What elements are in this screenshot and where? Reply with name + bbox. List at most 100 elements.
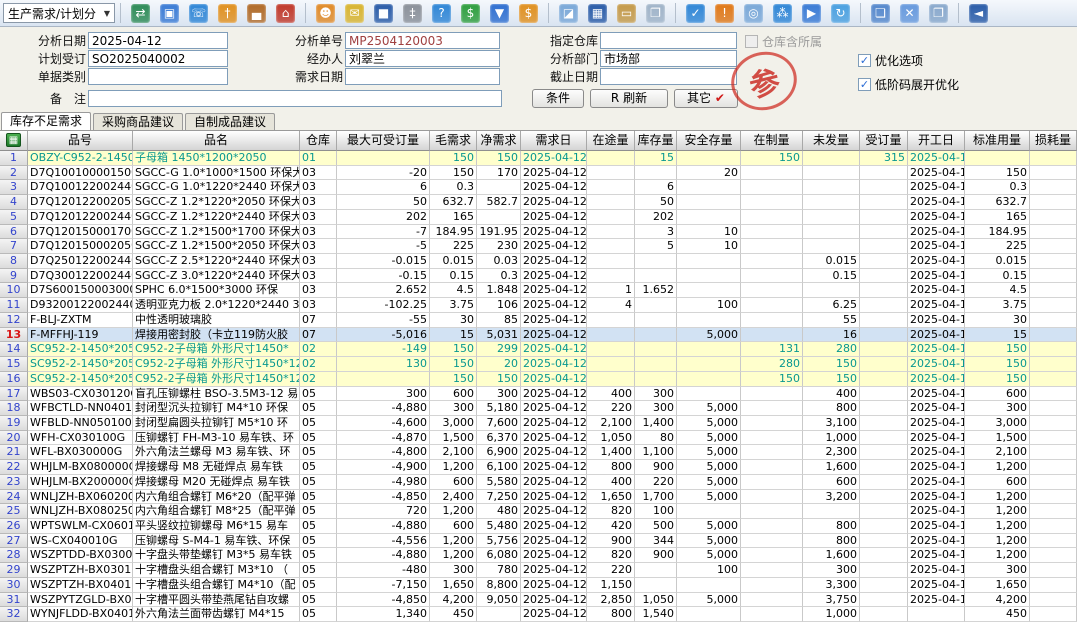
table-row[interactable]: 30WSZPTZH-BX040100G十字槽盘头组合螺钉 M4*10（配05-7… <box>0 578 1077 593</box>
table-row[interactable]: 3D7Q1001220024400GSGCC-G 1.0*1220*2440 环… <box>0 180 1077 195</box>
help-icon[interactable]: ? <box>432 4 451 23</box>
tab-1[interactable]: 采购商品建议 <box>93 113 183 130</box>
column-header[interactable]: 需求日 <box>521 131 587 151</box>
column-header[interactable]: 在途量 <box>587 131 635 151</box>
cart-icon[interactable]: ▼ <box>490 4 509 23</box>
tab-0[interactable]: 库存不足需求 <box>1 112 91 130</box>
window-close-icon[interactable]: ✕ <box>900 4 919 23</box>
column-header[interactable]: 标准用量 <box>965 131 1030 151</box>
pin-icon[interactable]: ‡ <box>403 4 422 23</box>
remark-field[interactable] <box>88 90 502 107</box>
doc-type-field[interactable] <box>88 68 228 85</box>
table-row[interactable]: 7D7Q1201500020500GSGCC-Z 1.2*1500*2050 环… <box>0 239 1077 254</box>
table-row[interactable]: 25WNLJZH-BX080250G内六角组合螺钉 M8*25（配平弹05720… <box>0 504 1077 519</box>
table-row[interactable]: 15SC952-2-1450*2050-1C952-2子母箱 外形尺寸1450*… <box>0 357 1077 372</box>
alert-icon[interactable]: ! <box>715 4 734 23</box>
export-excel-icon[interactable]: ▦ <box>6 133 21 147</box>
sync-icon[interactable]: ↻ <box>831 4 850 23</box>
table-row[interactable]: 13F-MFFHJ-119焊接用密封胶（卡立119防火胶07-5,016155,… <box>0 328 1077 343</box>
report-icon[interactable]: ◪ <box>559 4 578 23</box>
copy-icon[interactable]: ❐ <box>646 4 665 23</box>
handler-field[interactable] <box>345 50 500 67</box>
table-row[interactable]: 5D7Q1201220024400GSGCC-Z 1.2*1220*2440 环… <box>0 210 1077 225</box>
table-row[interactable]: 9D7Q3001220024400GSGCC-Z 3.0*1220*2440 环… <box>0 269 1077 284</box>
condition-button[interactable]: 条件 <box>532 89 584 108</box>
tab-2[interactable]: 自制成品建议 <box>185 113 275 130</box>
payroll-icon[interactable]: $ <box>519 4 538 23</box>
table-row[interactable]: 28WSZPTDD-BX030050G十字盘头带垫螺钉 M3*5 易车铁05-4… <box>0 548 1077 563</box>
warehouse-field[interactable] <box>600 32 737 49</box>
optimize-checkbox[interactable]: ✓ 优化选项 <box>858 52 923 68</box>
refresh-button[interactable]: R 刷新 <box>590 89 668 108</box>
column-header[interactable]: 未发量 <box>803 131 860 151</box>
window-cascade-icon[interactable]: ❐ <box>929 4 948 23</box>
column-header[interactable]: 开工日 <box>908 131 965 151</box>
table-row[interactable]: 18WFBCTLD-NN040100G封闭型沉头拉铆钉 M4*10 环保05-4… <box>0 401 1077 416</box>
column-header[interactable]: 损耗量 <box>1030 131 1077 151</box>
column-header[interactable]: 最大可受订量 <box>337 131 430 151</box>
table-row[interactable]: 24WNLJZH-BX060200G内六角组合螺钉 M6*20（配平弹05-4,… <box>0 490 1077 505</box>
table-row[interactable]: 14SC952-2-1450*2050-1C952-2子母箱 外形尺寸1450*… <box>0 342 1077 357</box>
package-icon[interactable]: ▭ <box>617 4 636 23</box>
table-row[interactable]: 20WFH-CX030100G压铆螺钉 FH-M3-10 易车铁、环05-4,8… <box>0 431 1077 446</box>
home-icon[interactable]: ⌂ <box>276 4 295 23</box>
warehouse-include-checkbox[interactable]: 仓库含所属 <box>745 33 822 49</box>
lock-icon[interactable]: † <box>218 4 237 23</box>
table-row[interactable]: 26WPTSWLM-CX060150G平头竖纹拉铆螺母 M6*15 易车05-4… <box>0 519 1077 534</box>
table-row[interactable]: 32WYNJFLDD-BX040150G外六角法兰面带齿螺钉 M4*15051,… <box>0 607 1077 622</box>
table-row[interactable]: 23WHJLM-BX200000G焊接螺母 M20 无碰焊点 易车铁05-4,9… <box>0 475 1077 490</box>
table-row[interactable]: 11D932001220024400G透明亚克力板 2.0*1220*2440 … <box>0 298 1077 313</box>
table-row[interactable]: 4D7Q1201220020500GSGCC-Z 1.2*1220*2050 环… <box>0 195 1077 210</box>
table-row[interactable]: 2D7Q1001000015000GSGCC-G 1.0*1000*1500 环… <box>0 166 1077 181</box>
table-row[interactable]: 16SC952-2-1450*2050-1C952-2子母箱 外形尺寸1450*… <box>0 372 1077 387</box>
column-header[interactable]: 仓库 <box>300 131 337 151</box>
mail-icon[interactable]: ✉ <box>345 4 364 23</box>
window-restore-icon[interactable]: ❏ <box>871 4 890 23</box>
money-icon[interactable]: $ <box>461 4 480 23</box>
row-number: 31 <box>0 593 28 608</box>
table-row[interactable]: 29WSZPTZH-BX030100G十字槽盘头组合螺钉 M3*10 （05-4… <box>0 563 1077 578</box>
end-date-field[interactable] <box>600 68 737 85</box>
network-icon[interactable]: ⁂ <box>773 4 792 23</box>
plan-order-field[interactable] <box>88 50 228 67</box>
column-header[interactable]: 品号 <box>28 131 133 151</box>
exit-icon[interactable]: ◄ <box>969 4 988 23</box>
table-row[interactable]: 21WFL-BX030000G外六角法兰螺母 M3 易车铁、环05-4,8002… <box>0 445 1077 460</box>
table-row[interactable]: 12F-BLJ-ZXTM中性透明玻璃胶07-5530852025-04-1255… <box>0 313 1077 328</box>
remote-icon[interactable]: ▶ <box>802 4 821 23</box>
module-dropdown[interactable]: 生产需求/计划分 ▼ <box>3 3 115 23</box>
other-button[interactable]: 其它 ✔ <box>674 89 738 108</box>
analysis-no-field[interactable] <box>345 32 500 49</box>
table-row[interactable]: 10D7S6001500030000GSPHC 6.0*1500*3000 环保… <box>0 283 1077 298</box>
bookmark-icon[interactable]: ■ <box>374 4 393 23</box>
phone-icon[interactable]: ☏ <box>189 4 208 23</box>
lowlevel-checkbox[interactable]: ✓ 低阶码展开优化 <box>858 76 959 92</box>
column-header[interactable]: 品名 <box>133 131 300 151</box>
table-row[interactable]: 6D7Q1201500017000GSGCC-Z 1.2*1500*1700 环… <box>0 225 1077 240</box>
column-header[interactable]: 库存量 <box>635 131 677 151</box>
table-row[interactable]: 8D7Q2501220024400GSGCC-Z 2.5*1220*2440 环… <box>0 254 1077 269</box>
column-header[interactable]: 受订量 <box>860 131 908 151</box>
cell: D7Q1001000015000G <box>28 166 133 181</box>
table-row[interactable]: 27WS-CX040010G压铆螺母 S-M4-1 易车铁、环保05-4,556… <box>0 534 1077 549</box>
briefcase-icon[interactable]: ▄ <box>247 4 266 23</box>
monitor-icon[interactable]: ▣ <box>160 4 179 23</box>
demand-date-field[interactable] <box>345 68 500 85</box>
calculator-icon[interactable]: ▦ <box>588 4 607 23</box>
table-row[interactable]: 31WSZPYTZGLD-BX040150十字槽平圆头带垫燕尾钻自攻螺05-4,… <box>0 593 1077 608</box>
table-row[interactable]: 19WFBLD-NN050100G封闭型扁圆头拉铆钉 M5*10 环05-4,6… <box>0 416 1077 431</box>
column-header[interactable]: 安全存量 <box>677 131 741 151</box>
audit-icon[interactable]: ◎ <box>744 4 763 23</box>
excel-header-cell[interactable]: ▦ <box>0 131 28 151</box>
table-row[interactable]: 17WBS03-CX030120G盲孔压铆螺柱 BSO-3.5M3-12 易05… <box>0 387 1077 402</box>
approve-icon[interactable]: ✓ <box>686 4 705 23</box>
users-icon[interactable]: ☻ <box>316 4 335 23</box>
table-row[interactable]: 22WHJLM-BX080000G焊接螺母 M8 无碰焊点 易车铁05-4,90… <box>0 460 1077 475</box>
column-header[interactable]: 在制量 <box>741 131 803 151</box>
column-header[interactable]: 毛需求 <box>430 131 477 151</box>
column-header[interactable]: 净需求 <box>477 131 521 151</box>
workflow-icon[interactable]: ⇄ <box>131 4 150 23</box>
dept-field[interactable] <box>600 50 737 67</box>
analysis-date-field[interactable] <box>88 32 228 49</box>
table-row[interactable]: 1OBZY-C952-2-1450*20子母箱 1450*1200*205001… <box>0 151 1077 166</box>
